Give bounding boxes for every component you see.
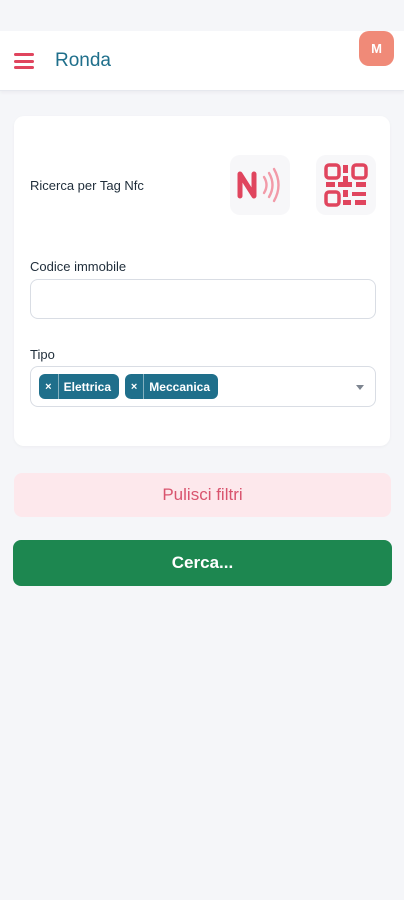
chip-label: Meccanica — [149, 379, 210, 394]
tipo-chip-elettrica: × Elettrica — [39, 374, 119, 399]
nfc-icon — [237, 167, 280, 203]
qr-scan-button[interactable] — [316, 155, 376, 215]
page-title: Ronda — [55, 50, 111, 71]
hamburger-icon[interactable] — [14, 53, 34, 69]
tipo-label: Tipo — [30, 347, 55, 362]
tipo-chip-meccanica: × Meccanica — [125, 374, 218, 399]
tipo-select[interactable]: × Elettrica × Meccanica — [30, 366, 376, 407]
remove-chip-icon[interactable]: × — [39, 374, 59, 399]
status-strip — [0, 0, 404, 30]
codice-immobile-input[interactable] — [30, 279, 376, 319]
avatar[interactable]: M — [359, 31, 394, 66]
remove-chip-icon[interactable]: × — [125, 374, 145, 399]
nfc-search-label: Ricerca per Tag Nfc — [30, 178, 144, 193]
chip-label: Elettrica — [63, 379, 111, 394]
clear-filters-button[interactable]: Pulisci filtri — [14, 473, 391, 517]
filter-card: Ricerca per Tag Nfc Codice immobile Tipo — [14, 116, 390, 446]
qr-code-icon — [324, 163, 368, 207]
app-header: Ronda — [0, 31, 404, 91]
nfc-scan-button[interactable] — [230, 155, 290, 215]
codice-immobile-label: Codice immobile — [30, 259, 127, 274]
search-button[interactable]: Cerca... — [13, 540, 392, 586]
chevron-down-icon[interactable] — [356, 385, 364, 390]
